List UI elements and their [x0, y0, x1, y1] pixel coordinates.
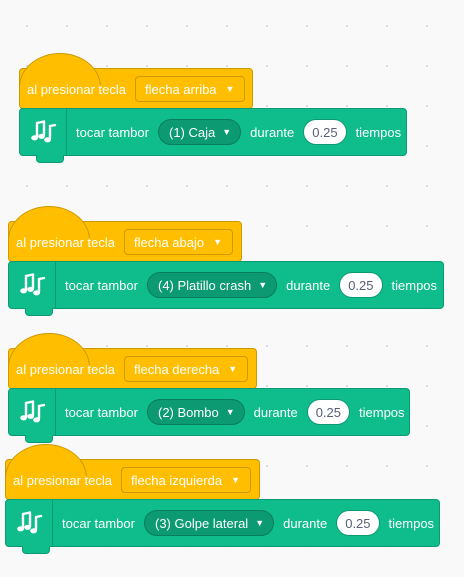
- drum-dropdown[interactable]: (4) Platillo crash ▼: [146, 272, 278, 298]
- drum-dropdown-value: (1) Caja: [168, 124, 216, 140]
- play-drum-label: tocar tambor: [65, 277, 138, 293]
- play-drum-label: tocar tambor: [65, 404, 138, 420]
- key-dropdown-value: flecha izquierda: [131, 472, 223, 488]
- play-drum-block[interactable]: tocar tambor (3) Golpe lateral ▼ durante…: [5, 499, 440, 554]
- beats-input[interactable]: 0.25: [336, 510, 380, 536]
- chevron-down-icon: ▼: [258, 279, 268, 290]
- play-drum-label: tocar tambor: [76, 124, 149, 140]
- chevron-down-icon: ▼: [228, 363, 238, 374]
- when-key-pressed-block[interactable]: al presionar tecla flecha abajo ▼: [8, 206, 242, 270]
- when-key-pressed-label: al presionar tecla: [16, 361, 115, 377]
- drum-dropdown[interactable]: (1) Caja ▼: [157, 119, 242, 145]
- for-label: durante: [286, 277, 331, 293]
- block-connector: [25, 308, 53, 316]
- for-label: durante: [250, 124, 295, 140]
- music-notes-icon: [20, 109, 67, 155]
- drum-dropdown[interactable]: (3) Golpe lateral ▼: [143, 510, 275, 536]
- beats-label: tiempos: [359, 404, 405, 420]
- chevron-down-icon: ▼: [231, 474, 240, 485]
- key-dropdown[interactable]: flecha izquierda ▼: [121, 467, 251, 493]
- beats-label: tiempos: [388, 515, 435, 531]
- chevron-down-icon: ▼: [222, 126, 232, 137]
- when-key-pressed-block[interactable]: al presionar tecla flecha derecha ▼: [8, 333, 257, 397]
- key-dropdown[interactable]: flecha abajo ▼: [124, 229, 234, 255]
- block-connector: [25, 435, 53, 443]
- chevron-down-icon: ▼: [255, 517, 265, 528]
- music-notes-icon: [9, 389, 56, 435]
- chevron-down-icon: ▼: [225, 83, 235, 94]
- when-key-pressed-label: al presionar tecla: [13, 472, 112, 488]
- play-drum-block[interactable]: tocar tambor (4) Platillo crash ▼ durant…: [8, 261, 444, 316]
- when-key-pressed-label: al presionar tecla: [27, 81, 126, 97]
- beats-input[interactable]: 0.25: [306, 399, 351, 425]
- block-connector: [22, 546, 50, 554]
- play-drum-block[interactable]: tocar tambor (1) Caja ▼ durante 0.25 tie…: [19, 108, 407, 163]
- key-dropdown-value: flecha arriba: [145, 81, 217, 97]
- music-notes-icon: [6, 500, 53, 546]
- block-connector: [36, 155, 64, 163]
- key-dropdown-value: flecha abajo: [134, 234, 205, 250]
- key-dropdown[interactable]: flecha derecha ▼: [124, 356, 249, 382]
- chevron-down-icon: ▼: [225, 406, 235, 417]
- play-drum-block[interactable]: tocar tambor (2) Bombo ▼ durante 0.25 ti…: [8, 388, 410, 443]
- when-key-pressed-block[interactable]: al presionar tecla flecha izquierda ▼: [5, 444, 260, 508]
- for-label: durante: [253, 404, 298, 420]
- play-drum-label: tocar tambor: [62, 515, 135, 531]
- beats-input[interactable]: 0.25: [303, 119, 347, 145]
- drum-dropdown-value: (4) Platillo crash: [157, 277, 252, 293]
- when-key-pressed-block[interactable]: al presionar tecla flecha arriba ▼: [19, 53, 253, 117]
- when-key-pressed-label: al presionar tecla: [16, 234, 115, 250]
- drum-dropdown-value: (2) Bombo: [157, 404, 219, 420]
- drum-dropdown-value: (3) Golpe lateral: [154, 515, 249, 531]
- drum-dropdown[interactable]: (2) Bombo ▼: [146, 399, 245, 425]
- key-dropdown-value: flecha derecha: [134, 361, 220, 377]
- key-dropdown[interactable]: flecha arriba ▼: [135, 76, 246, 102]
- for-label: durante: [283, 515, 328, 531]
- chevron-down-icon: ▼: [213, 236, 223, 247]
- beats-label: tiempos: [355, 124, 402, 140]
- beats-input[interactable]: 0.25: [339, 272, 383, 298]
- music-notes-icon: [9, 262, 56, 308]
- beats-label: tiempos: [391, 277, 438, 293]
